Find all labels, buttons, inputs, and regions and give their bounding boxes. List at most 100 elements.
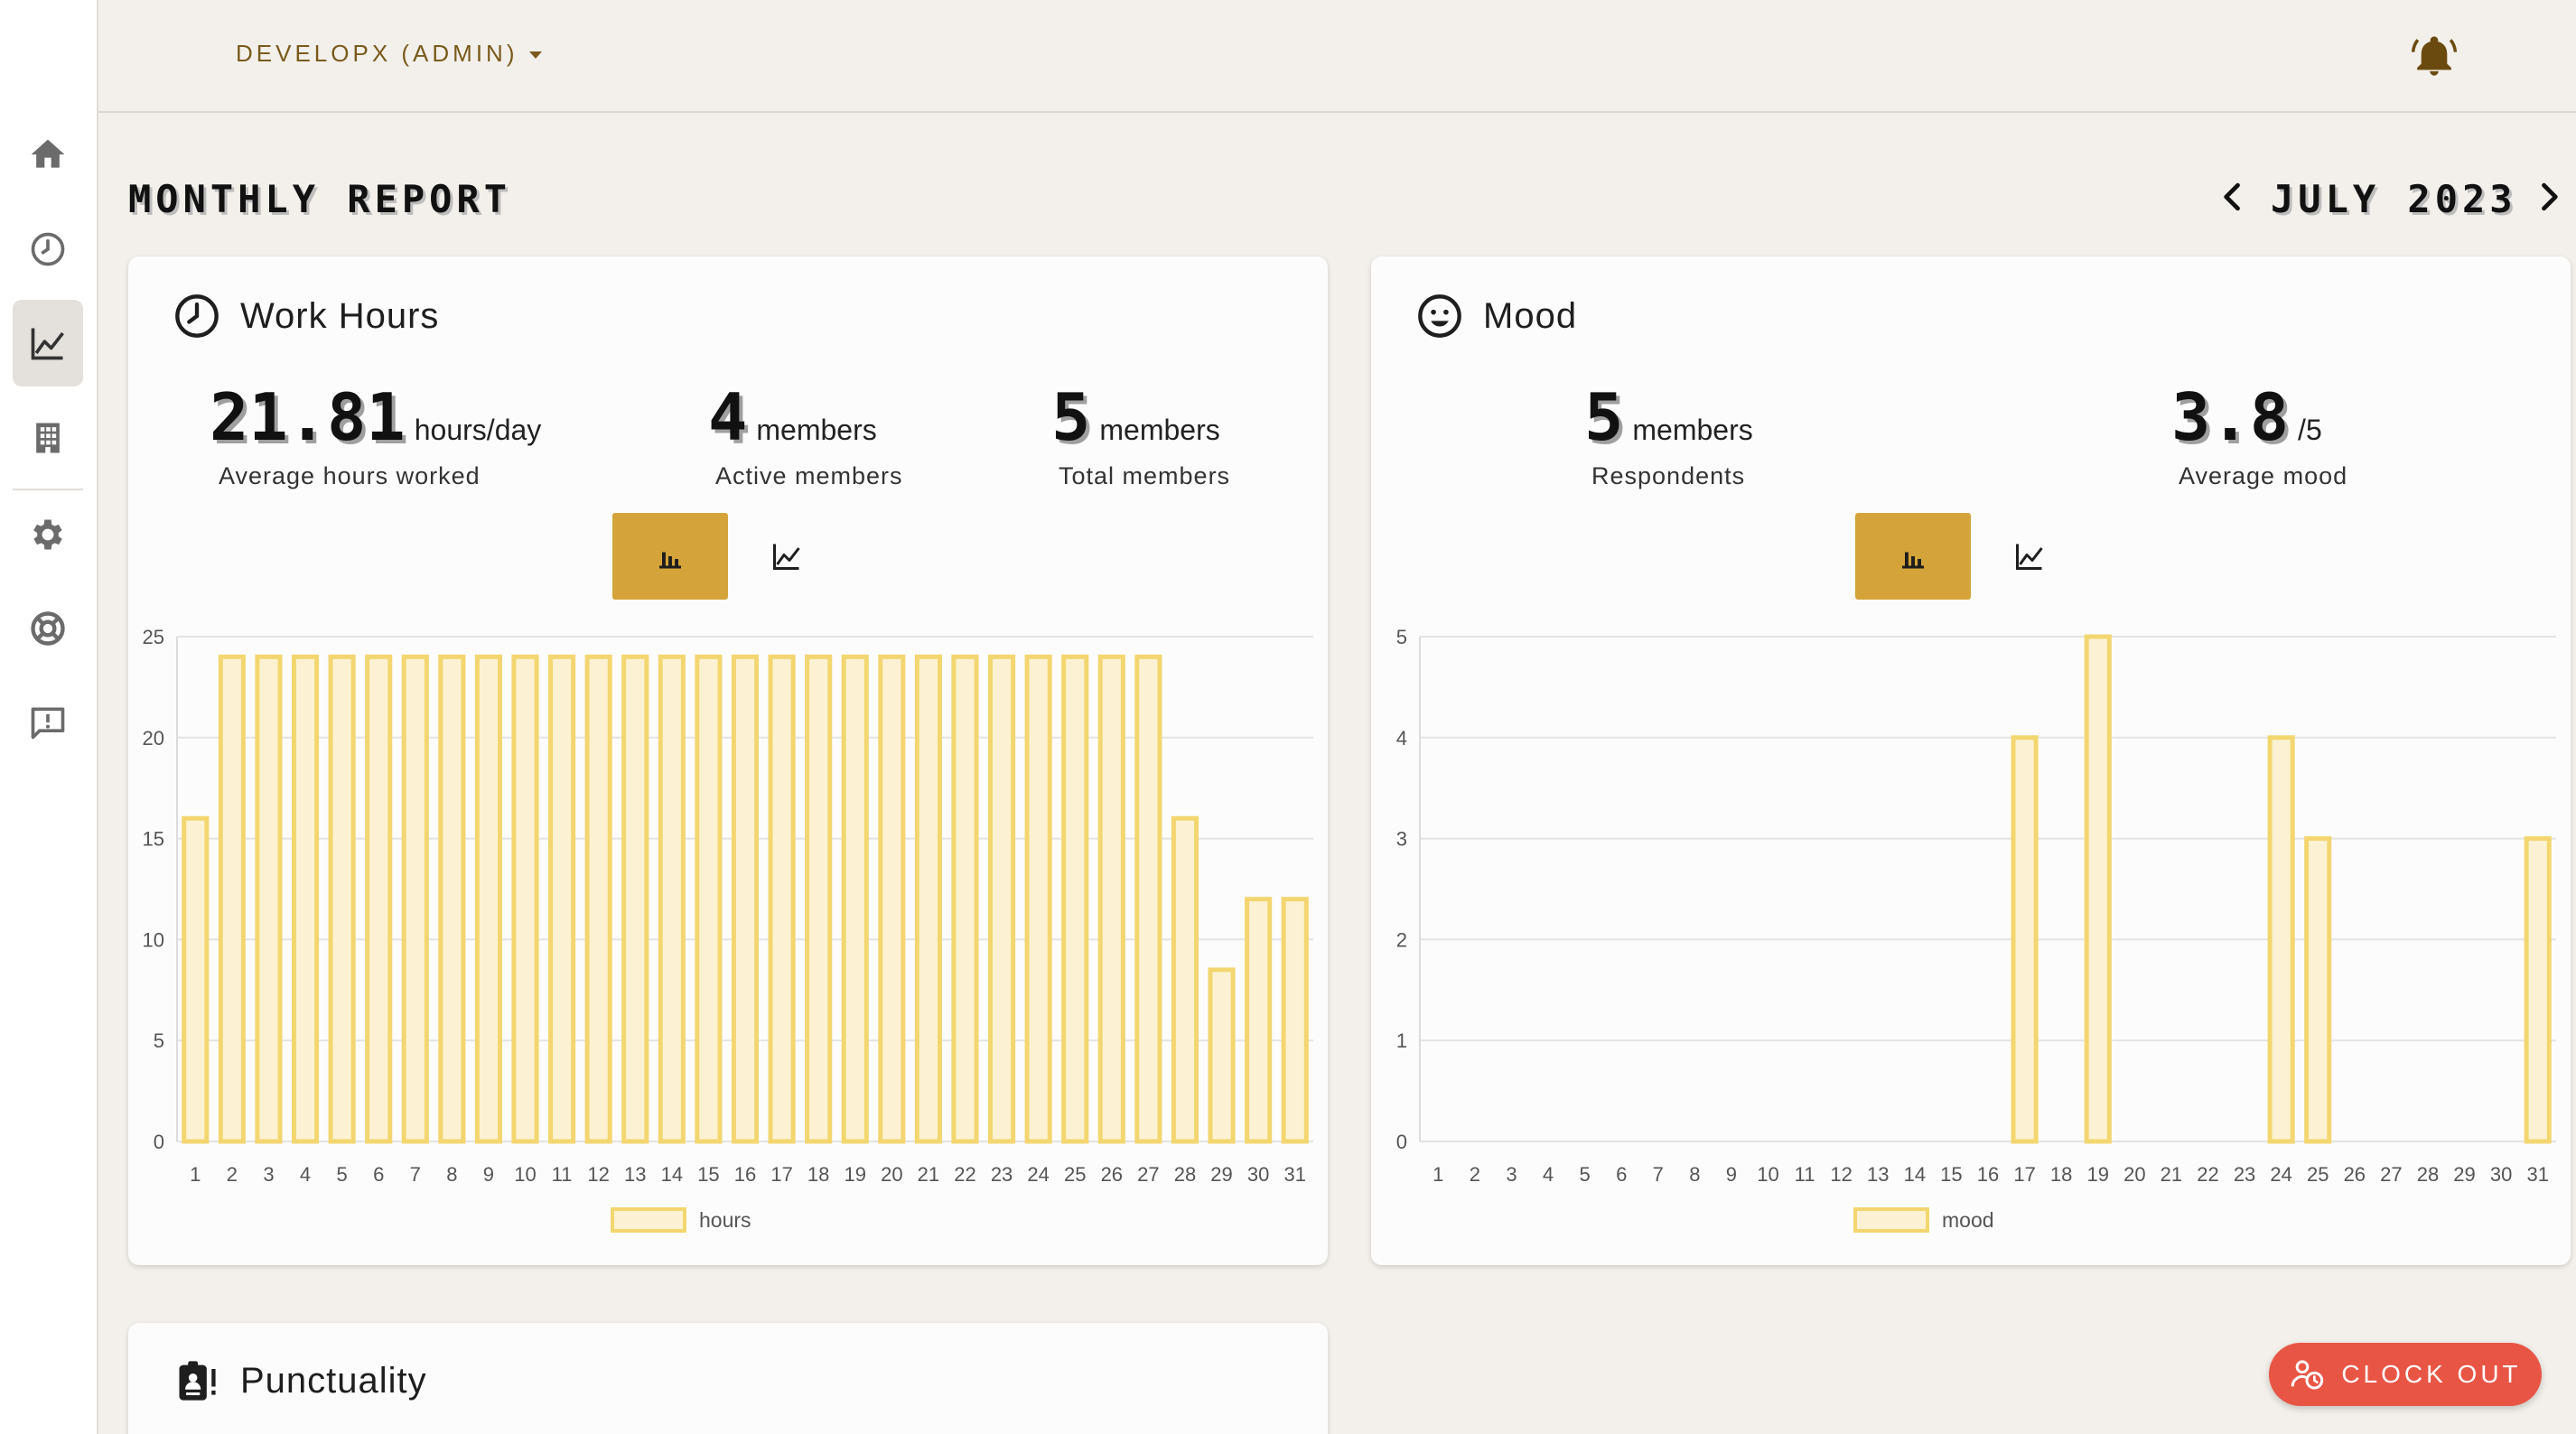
x-tick-label: 10 — [514, 1163, 536, 1186]
average-mood-value: 3.8 — [2171, 379, 2290, 455]
chart-bar — [731, 654, 760, 1144]
smiley-icon — [1418, 294, 1461, 338]
respondents-label: Respondents — [1591, 462, 1746, 489]
chart-bar — [548, 654, 576, 1144]
y-tick-label: 10 — [143, 928, 164, 951]
chart-bar — [218, 654, 246, 1144]
x-tick-label: 11 — [1795, 1163, 1815, 1186]
x-tick-label: 25 — [2307, 1163, 2329, 1186]
notification-bell-icon[interactable] — [2411, 33, 2458, 79]
x-tick-label: 3 — [263, 1163, 274, 1186]
bar-chart-icon — [659, 552, 681, 569]
chart-bar — [805, 654, 833, 1144]
chart-bar — [328, 654, 356, 1144]
x-tick-label: 6 — [373, 1163, 384, 1186]
sidebar-item-time[interactable] — [13, 206, 83, 293]
sidebar-item-support[interactable] — [13, 585, 83, 672]
x-tick-label: 27 — [2380, 1163, 2402, 1186]
mood-title: Mood — [1483, 295, 1578, 336]
sidebar-divider — [13, 489, 83, 490]
line-chart-toggle[interactable] — [1972, 513, 2087, 600]
x-tick-label: 31 — [1283, 1163, 1305, 1186]
clock-icon — [175, 294, 219, 338]
x-tick-label: 12 — [1830, 1163, 1852, 1186]
top-bar: DEVELOPX (ADMIN) JT — [98, 0, 2576, 113]
x-tick-label: 2 — [227, 1163, 238, 1186]
bar-chart-icon — [1902, 552, 1924, 569]
chart-bar — [621, 654, 649, 1144]
x-tick-label: 27 — [1137, 1163, 1159, 1186]
punctuality-header: Punctuality — [173, 1357, 427, 1404]
total-members-value: 5 — [1051, 379, 1091, 455]
y-tick-label: 15 — [143, 828, 164, 851]
chart-bar — [2084, 634, 2112, 1144]
x-tick-label: 16 — [734, 1163, 756, 1186]
chevron-right-icon[interactable] — [2529, 177, 2569, 217]
building-icon — [36, 423, 60, 453]
x-tick-label: 1 — [1433, 1163, 1443, 1186]
x-tick-label: 28 — [2417, 1163, 2439, 1186]
average-mood-stat: 3.8 /5 Average mood — [2171, 385, 2347, 490]
chart-bar — [2524, 836, 2552, 1144]
x-tick-label: 20 — [881, 1163, 902, 1186]
chart-bar — [987, 654, 1016, 1144]
x-tick-label: 16 — [1977, 1163, 1999, 1186]
x-tick-label: 12 — [587, 1163, 609, 1186]
avg-hours-label: Average hours worked — [219, 462, 481, 489]
workspace-selector[interactable]: DEVELOPX (ADMIN) — [236, 40, 542, 68]
y-tick-label: 2 — [1396, 928, 1407, 951]
x-tick-label: 30 — [2490, 1163, 2512, 1186]
chart-bar — [695, 654, 723, 1144]
bar-chart-toggle[interactable] — [612, 513, 728, 600]
work-hours-card: Work Hours 21.81 hours/day Average hours… — [128, 256, 1328, 1265]
sidebar-item-settings[interactable] — [13, 491, 83, 578]
sidebar-item-home[interactable] — [13, 111, 83, 198]
x-tick-label: 30 — [1247, 1163, 1269, 1186]
line-chart-icon — [31, 328, 64, 360]
feedback-icon — [31, 707, 65, 740]
bar-chart-toggle[interactable] — [1855, 513, 1971, 600]
sidebar — [0, 0, 98, 1434]
x-tick-label: 7 — [410, 1163, 421, 1186]
chart-bar — [401, 654, 429, 1144]
y-tick-label: 1 — [1396, 1029, 1407, 1052]
y-tick-label: 3 — [1396, 828, 1407, 851]
sidebar-item-company[interactable] — [13, 395, 83, 481]
mood-chart: 0123451 2 3 4 5 6 7 8 9 10 11 12 13 14 15 16 17 18 19 20 21 2… — [1396, 626, 2556, 1233]
x-tick-label: 19 — [2086, 1163, 2108, 1186]
chart-bar — [438, 654, 466, 1144]
sidebar-item-feedback[interactable] — [13, 679, 83, 766]
chart-bar — [878, 654, 906, 1144]
x-tick-label: 5 — [1579, 1163, 1590, 1186]
line-chart-toggle[interactable] — [729, 513, 845, 600]
y-tick-label: 0 — [154, 1131, 164, 1153]
total-members-unit: members — [1099, 414, 1220, 446]
legend-swatch — [1853, 1207, 1929, 1233]
user-clock-icon — [2291, 1360, 2324, 1390]
chart-bar — [474, 654, 503, 1144]
month-navigator: July 2023 — [2213, 172, 2565, 226]
x-tick-label: 21 — [918, 1163, 939, 1186]
sidebar-item-reports[interactable] — [13, 300, 83, 386]
x-tick-label: 19 — [844, 1163, 865, 1186]
legend-swatch — [611, 1207, 686, 1233]
avg-hours-unit: hours/day — [414, 414, 542, 446]
x-tick-label: 6 — [1616, 1163, 1627, 1186]
x-tick-label: 14 — [1904, 1163, 1926, 1186]
page-title: Monthly Report — [128, 177, 512, 221]
x-tick-label: 24 — [2270, 1163, 2291, 1186]
chart-bar — [841, 654, 869, 1144]
x-tick-label: 26 — [2344, 1163, 2366, 1186]
work-hours-title: Work Hours — [240, 295, 440, 336]
x-tick-label: 14 — [661, 1163, 683, 1186]
chart-bar — [768, 654, 796, 1144]
mood-card: Mood 5 members Respondents 3.8 /5 Averag… — [1371, 256, 2571, 1265]
x-tick-label: 8 — [446, 1163, 457, 1186]
clock-out-button[interactable]: CLOCK OUT — [2269, 1343, 2542, 1406]
average-mood-unit: /5 — [2298, 414, 2322, 446]
chevron-left-icon[interactable] — [2213, 177, 2253, 217]
chart-bar — [365, 654, 393, 1144]
x-tick-label: 20 — [2123, 1163, 2145, 1186]
x-tick-label: 8 — [1689, 1163, 1700, 1186]
x-tick-label: 15 — [697, 1163, 719, 1186]
